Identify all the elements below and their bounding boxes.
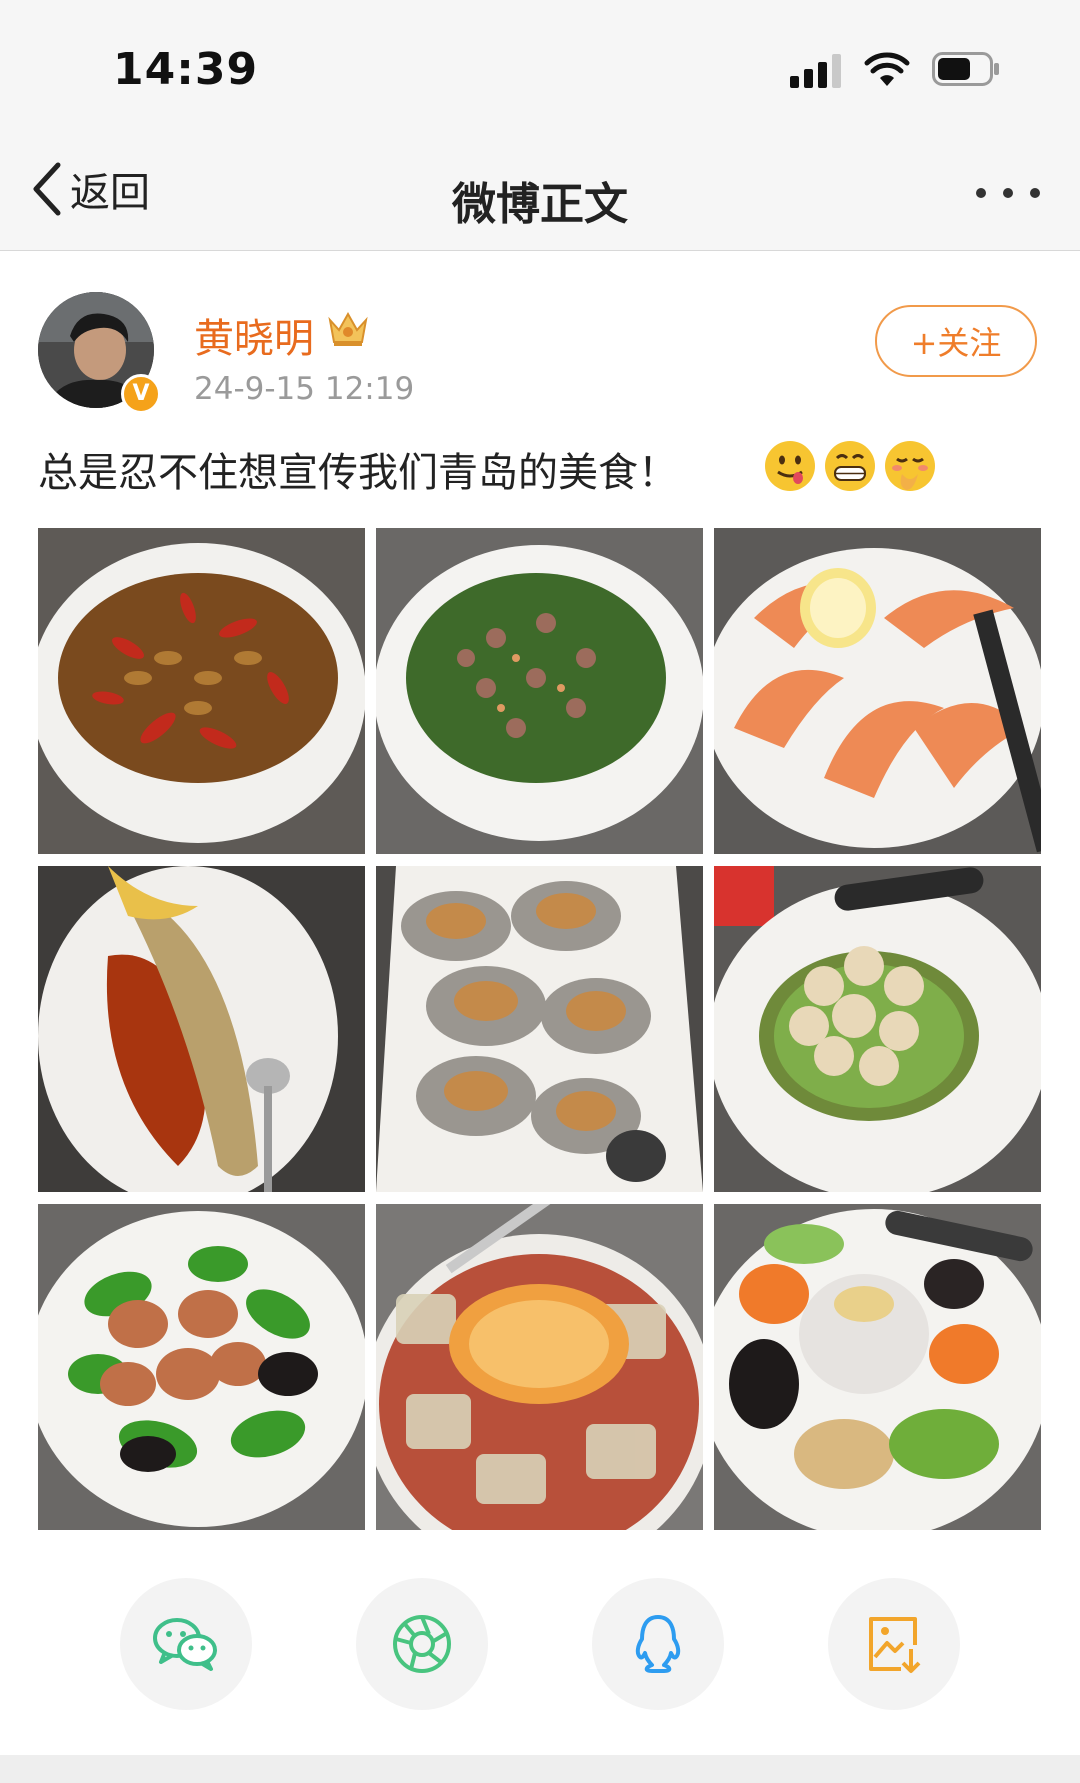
author-name[interactable]: 黄晓明	[194, 306, 314, 364]
more-dot-icon	[1030, 188, 1040, 198]
yummy-face-icon	[765, 441, 815, 491]
photo-grid	[38, 528, 1042, 1530]
share-wechat-button[interactable]	[120, 1578, 252, 1710]
photo-3[interactable]	[714, 528, 1041, 854]
battery-icon	[932, 52, 999, 86]
nav-bar: 返回 微博正文	[0, 130, 1080, 251]
emoji-row	[764, 440, 936, 492]
share-qq-button[interactable]	[592, 1578, 724, 1710]
post-timestamp: 24-9-15 12:19	[194, 371, 415, 407]
vip-crown-icon[interactable]	[326, 308, 370, 348]
share-bar	[0, 1578, 1080, 1712]
photo-7[interactable]	[38, 1204, 365, 1530]
verified-badge-icon: V	[121, 374, 161, 414]
more-button[interactable]	[976, 188, 1040, 202]
share-moments-button[interactable]	[356, 1578, 488, 1710]
wechat-icon	[153, 1618, 217, 1671]
photo-1[interactable]	[38, 528, 365, 854]
photo-5[interactable]	[376, 866, 703, 1192]
cellular-signal-icon	[790, 54, 844, 88]
photo-8[interactable]	[376, 1204, 703, 1530]
photo-2[interactable]	[376, 528, 703, 854]
photo-4[interactable]	[38, 866, 365, 1192]
qq-icon	[635, 1615, 681, 1673]
save-image-button[interactable]	[828, 1578, 960, 1710]
bottom-strip	[0, 1755, 1080, 1783]
photo-6[interactable]	[714, 866, 1041, 1192]
page-title: 微博正文	[452, 179, 628, 230]
shy-face-icon	[885, 441, 935, 491]
status-time: 14:39	[113, 44, 259, 95]
avatar[interactable]: V	[38, 292, 161, 414]
moments-icon	[393, 1615, 451, 1673]
save-image-icon	[869, 1617, 921, 1673]
wifi-icon	[864, 52, 910, 86]
photo-9[interactable]	[714, 1204, 1041, 1530]
status-bar: 14:39	[0, 0, 1080, 130]
more-dot-icon	[1003, 188, 1013, 198]
grin-face-icon	[825, 441, 875, 491]
post-text: 总是忍不住想宣传我们青岛的美食！	[38, 450, 678, 496]
follow-button[interactable]: +关注	[875, 305, 1037, 377]
more-dot-icon	[976, 188, 986, 198]
